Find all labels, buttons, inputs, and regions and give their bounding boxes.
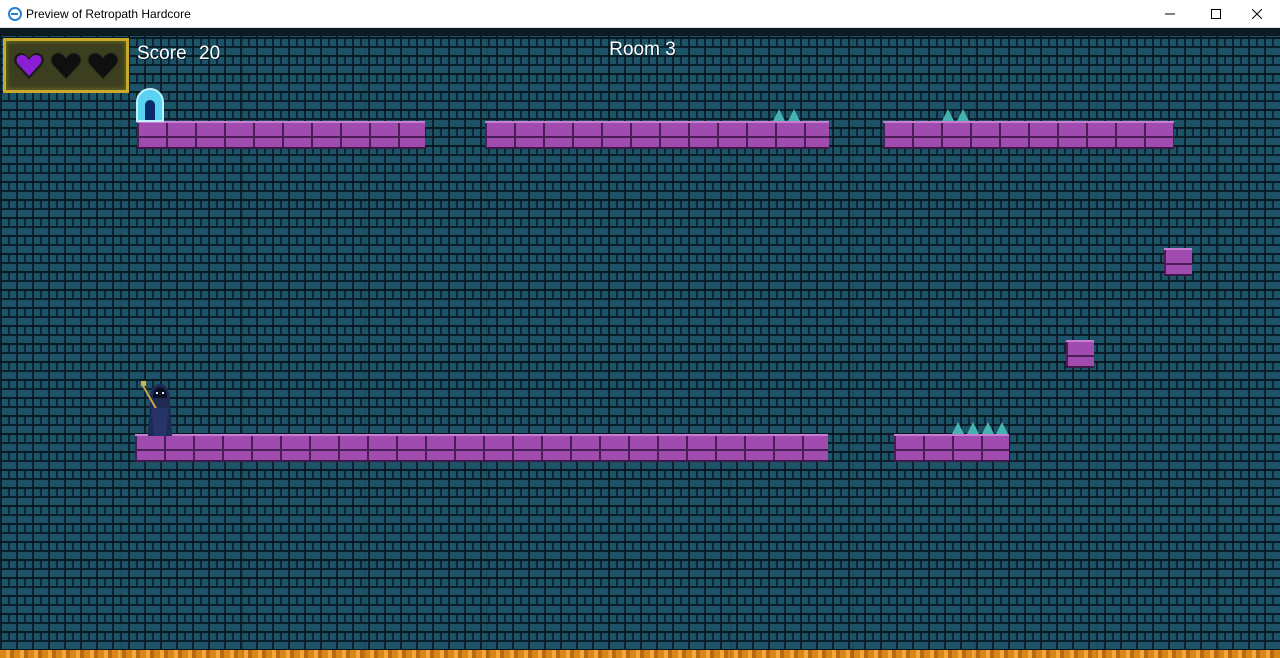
floating-block bbox=[1164, 248, 1192, 276]
spike bbox=[788, 109, 800, 121]
platform-upper-middle bbox=[485, 121, 829, 149]
platform-lower-main bbox=[135, 434, 828, 462]
ceiling-strip bbox=[0, 28, 1280, 36]
floating-block bbox=[1066, 340, 1094, 368]
minimize-icon bbox=[1165, 13, 1175, 15]
door-opening bbox=[145, 100, 155, 120]
spike bbox=[942, 109, 954, 121]
platform-upper-left bbox=[137, 121, 425, 149]
close-icon bbox=[1252, 9, 1262, 19]
platform-lower-right bbox=[894, 434, 1009, 462]
window-title: Preview of Retropath Hardcore bbox=[26, 7, 191, 21]
app-icon bbox=[8, 7, 22, 21]
maximize-button[interactable] bbox=[1193, 0, 1239, 28]
maximize-icon bbox=[1211, 9, 1221, 19]
spike bbox=[773, 109, 785, 121]
spike bbox=[967, 422, 979, 434]
spike bbox=[996, 422, 1008, 434]
close-button[interactable] bbox=[1234, 0, 1280, 28]
game-viewport[interactable]: Score 20 Room 3 bbox=[0, 28, 1280, 658]
window-titlebar: Preview of Retropath Hardcore bbox=[0, 0, 1280, 28]
exit-door bbox=[136, 88, 164, 122]
room-label: Room 3 bbox=[609, 39, 676, 60]
lava-floor bbox=[0, 650, 1280, 658]
player-character bbox=[141, 381, 172, 436]
spike bbox=[957, 109, 969, 121]
minimize-button[interactable] bbox=[1147, 0, 1193, 28]
spike bbox=[982, 422, 994, 434]
spike bbox=[952, 422, 964, 434]
platform-upper-right bbox=[883, 121, 1174, 149]
